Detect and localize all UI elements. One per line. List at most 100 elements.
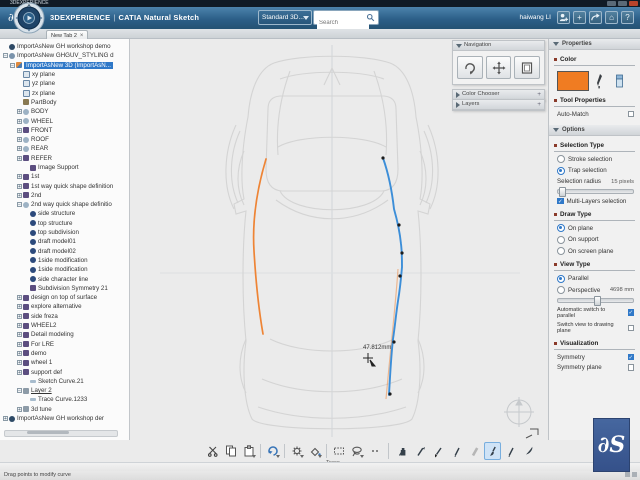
tree-item[interactable]: 1side modification: [0, 256, 129, 265]
pan-view-button[interactable]: [485, 56, 512, 79]
tree-item[interactable]: − Layer 2: [0, 386, 129, 395]
tree-item[interactable]: + REFER: [0, 154, 129, 163]
trap-selection-radio[interactable]: [557, 166, 565, 175]
add-contact-button[interactable]: [557, 11, 570, 24]
on-support-radio[interactable]: [557, 235, 565, 244]
tree-item[interactable]: ImportAsNew GH workshop demo: [0, 42, 129, 51]
switch-view-checkbox[interactable]: [627, 324, 634, 332]
expand-plus-icon[interactable]: +: [537, 90, 541, 99]
tree-item[interactable]: + support def: [0, 367, 129, 376]
tree-item[interactable]: Image Support: [0, 163, 129, 172]
symmetry-plane-checkbox[interactable]: [627, 364, 634, 371]
multi-layers-checkbox[interactable]: [557, 197, 564, 205]
tree-expand-toggle[interactable]: −: [17, 388, 22, 394]
close-button[interactable]: [629, 1, 638, 6]
tree-expand-toggle[interactable]: +: [17, 146, 22, 152]
tree-expand-toggle[interactable]: +: [17, 174, 22, 180]
tree-expand-toggle[interactable]: +: [17, 183, 22, 189]
tree-expand-toggle[interactable]: +: [17, 350, 22, 356]
tree-item[interactable]: 1side modification: [0, 265, 129, 274]
workspace-selector[interactable]: Standard 3D...: [258, 10, 312, 25]
symmetry-checkbox[interactable]: [627, 353, 634, 361]
tree-expand-toggle[interactable]: −: [3, 53, 8, 59]
search-icon[interactable]: [366, 13, 375, 22]
tree-item[interactable]: yz plane: [0, 79, 129, 88]
eraser-button[interactable]: [611, 71, 627, 91]
home-button[interactable]: ⌂: [605, 11, 618, 24]
status-corner-icons[interactable]: [625, 472, 637, 477]
tree-item[interactable]: PartBody: [0, 98, 129, 107]
tree-expand-toggle[interactable]: +: [17, 360, 22, 366]
search-box[interactable]: [313, 10, 379, 30]
tree-item[interactable]: +1st way quick shape definition: [0, 181, 129, 190]
perspective-slider[interactable]: [557, 296, 634, 306]
slider-knob[interactable]: [559, 187, 566, 197]
tree-expand-toggle[interactable]: +: [17, 332, 22, 338]
tree-item[interactable]: Subdivision Symmetry 21: [0, 284, 129, 293]
tree-item[interactable]: + wheel 1: [0, 358, 129, 367]
tree-expand-toggle[interactable]: −: [10, 62, 15, 68]
tree-expand-toggle[interactable]: +: [3, 416, 8, 422]
auto-match-checkbox[interactable]: [627, 110, 634, 118]
tree-item[interactable]: zx plane: [0, 88, 129, 97]
tree-item[interactable]: + Detail modeling: [0, 330, 129, 339]
tree-item[interactable]: + FRONT: [0, 126, 129, 135]
tree-item[interactable]: + REAR: [0, 144, 129, 153]
tree-item[interactable]: + explore alternative: [0, 302, 129, 311]
options-panel-header[interactable]: Options: [549, 124, 640, 136]
tree-expand-toggle[interactable]: +: [17, 127, 22, 133]
tree-item[interactable]: − ImportAsNew 3D (ImportAsN...: [0, 61, 129, 70]
stroke-selection-radio[interactable]: [557, 155, 565, 163]
eyedropper-button[interactable]: [592, 71, 608, 91]
tree-expand-toggle[interactable]: +: [17, 118, 22, 124]
tree-item[interactable]: +2nd: [0, 191, 129, 200]
tree-item[interactable]: + ROOF: [0, 135, 129, 144]
parallel-radio[interactable]: [557, 274, 565, 283]
rotate-view-button[interactable]: [457, 56, 483, 79]
tree-item[interactable]: +1st: [0, 172, 129, 181]
tree-item[interactable]: draft model02: [0, 247, 129, 256]
tree-item[interactable]: + BODY: [0, 107, 129, 116]
tree-item[interactable]: Trace Curve.1233: [0, 395, 129, 404]
tree-item[interactable]: top subdivision: [0, 228, 129, 237]
tree-expand-toggle[interactable]: +: [17, 369, 22, 375]
scrollbar-thumb[interactable]: [27, 431, 69, 434]
tree-item[interactable]: + demo: [0, 349, 129, 358]
properties-panel-header[interactable]: Properties: [549, 39, 640, 50]
tree-item[interactable]: + For LRE: [0, 340, 129, 349]
drawing-plane-button[interactable]: [514, 56, 541, 79]
add-button[interactable]: +: [573, 11, 586, 24]
tree-item[interactable]: draft model01: [0, 237, 129, 246]
tree-item[interactable]: side character line: [0, 274, 129, 283]
tree-item[interactable]: + side freza: [0, 312, 129, 321]
tree-expand-toggle[interactable]: +: [17, 341, 22, 347]
active-color-swatch[interactable]: [557, 71, 589, 91]
tree-expand-toggle[interactable]: +: [17, 406, 22, 412]
navigation-panel-header[interactable]: Navigation: [453, 41, 544, 51]
tree-item[interactable]: + WHEEL2: [0, 321, 129, 330]
tree-expand-toggle[interactable]: +: [17, 137, 22, 143]
auto-switch-checkbox[interactable]: [627, 309, 634, 316]
expand-plus-icon[interactable]: +: [537, 100, 541, 109]
tree-horizontal-scrollbar[interactable]: [4, 430, 118, 437]
share-button[interactable]: [589, 11, 602, 24]
tree-expand-toggle[interactable]: +: [17, 155, 22, 161]
tree-item[interactable]: + ImportAsNew GH workshop der: [0, 414, 129, 423]
tree-item[interactable]: +3d tune: [0, 405, 129, 414]
tree-item[interactable]: side structure: [0, 209, 129, 218]
tree-item[interactable]: Sketch Curve.21: [0, 377, 129, 386]
search-input[interactable]: [317, 16, 369, 30]
perspective-radio[interactable]: [557, 286, 565, 294]
selection-radius-slider[interactable]: [557, 187, 634, 197]
tree-expand-toggle[interactable]: +: [17, 313, 22, 319]
tree-item[interactable]: xy plane: [0, 70, 129, 79]
tree-item[interactable]: + design on top of surface: [0, 293, 129, 302]
tree-expand-toggle[interactable]: +: [17, 304, 22, 310]
help-button[interactable]: ?: [621, 11, 634, 24]
tree-item[interactable]: + WHEEL: [0, 116, 129, 125]
3d-compass-widget[interactable]: [13, 2, 45, 34]
on-plane-radio[interactable]: [557, 224, 565, 232]
tree-expand-toggle[interactable]: +: [17, 192, 22, 198]
tree-expand-toggle[interactable]: +: [17, 295, 22, 301]
on-screen-plane-radio[interactable]: [557, 247, 565, 255]
